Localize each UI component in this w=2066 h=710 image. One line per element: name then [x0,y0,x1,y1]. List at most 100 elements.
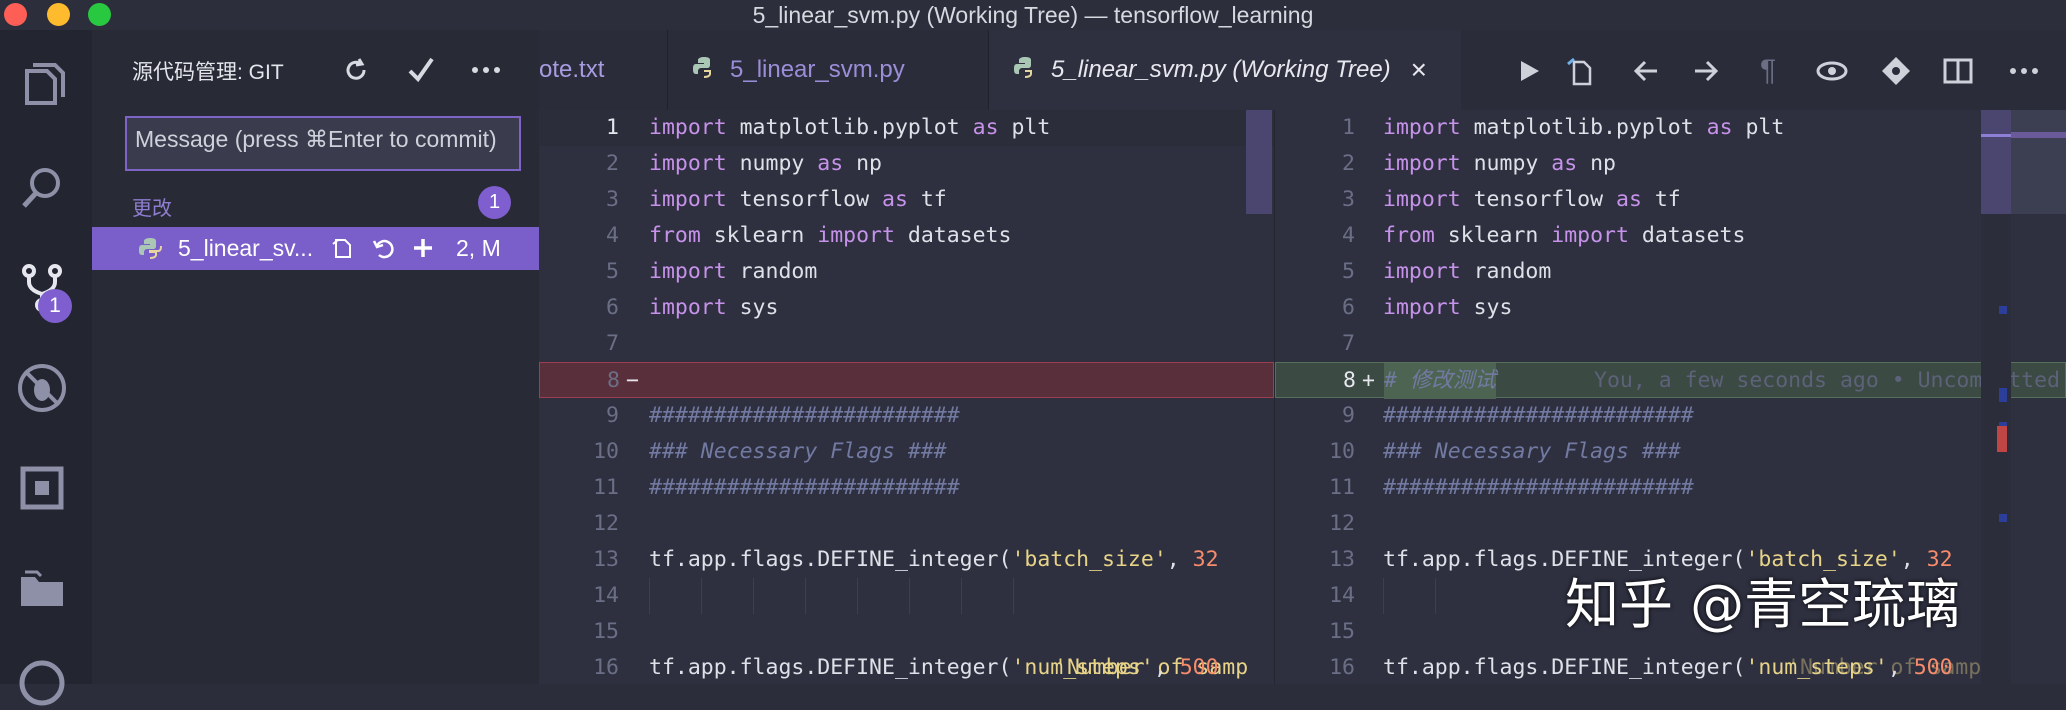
python-file-icon [1013,55,1037,86]
line-number: 14 [1329,583,1355,608]
code-line: 11 ######################## [1275,470,2066,506]
git-compare-icon[interactable] [1879,54,1913,88]
diff-left-pane[interactable]: 1 import matplotlib.pyplot as plt 2 import… [539,110,1274,684]
code-line: 1 import matplotlib.pyplot as plt [539,110,1274,146]
tab-working-tree[interactable]: 5_linear_svm.py (Working Tree) × [989,30,1461,110]
python-file-icon [138,236,162,265]
extensions-icon[interactable] [12,458,72,518]
line-number: 2 [1342,151,1355,176]
removed-marker: − [626,368,639,393]
added-marker: + [1362,368,1375,393]
line-number: 9 [1342,403,1355,428]
minimize-window-button[interactable] [47,3,70,26]
explorer-icon[interactable] [12,58,72,118]
code-line: 2 import numpy as np [539,146,1274,182]
window-title: 5_linear_svm.py (Working Tree) — tensorf… [752,2,1314,28]
code-line: 15 [539,614,1274,650]
code-line: 4 from sklearn import datasets [1275,218,2066,254]
code-line: 13 tf.app.flags.DEFINE_integer('batch_siz… [539,542,1274,578]
split-editor-icon[interactable] [1941,54,1975,88]
next-change-icon[interactable] [1689,54,1723,88]
line-number: 14 [593,583,619,608]
more-actions-icon[interactable] [468,52,504,88]
line-number: 6 [1342,295,1355,320]
line-number: 12 [593,511,619,536]
open-file-icon[interactable] [328,233,358,263]
code-line: 7 [1275,326,2066,362]
code-line: 3 import tensorflow as tf [539,182,1274,218]
line-number: 15 [1329,619,1355,644]
previous-change-icon[interactable] [1629,54,1663,88]
code-line: 9 ######################## [1275,398,2066,434]
sidebar-title: 源代码管理: GIT [132,61,284,84]
code-text: ### Necessary Flags ### [649,439,947,464]
minimap[interactable] [2011,110,2066,214]
code-line: 16 tf.app.flags.DEFINE_integer('num_steps… [539,650,1274,684]
file-status-badge: 2, M [456,235,501,261]
scm-sidebar: 源代码管理: GIT Message (press ⌘Enter to comm… [92,30,539,684]
close-tab-icon[interactable]: × [1411,54,1427,86]
line-number: 2 [606,151,619,176]
line-number: 3 [606,187,619,212]
debug-icon[interactable] [12,358,72,418]
watermark: 知乎 @青空琉璃 [1565,573,1961,636]
inline-view-icon[interactable] [1815,54,1849,88]
close-window-button[interactable] [4,3,27,26]
code-line: 9 ######################## [539,398,1274,434]
changed-file-row[interactable]: 5_linear_sv... 2, M [92,227,539,270]
maximize-window-button[interactable] [88,3,111,26]
line-number: 5 [606,259,619,284]
stage-changes-icon[interactable] [408,233,438,263]
code-line: 12 [539,506,1274,542]
changes-count-badge: 1 [478,186,511,219]
added-code-text: # 修改测试 [1384,363,1496,399]
code-text: ######################## [1383,475,1694,500]
open-changes-file-icon[interactable] [1563,54,1597,88]
code-line: 7 [539,326,1274,362]
line-number: 8 [607,368,620,393]
editor-tab-bar: ote.txt 5_linear_svm.py 5_linear_svm.py … [539,30,2066,110]
code-line: 14 'Number of samp [539,578,1274,680]
folders-icon[interactable] [12,558,72,618]
changes-section-label[interactable]: 更改 [132,192,172,221]
tab-5-linear-svm[interactable]: 5_linear_svm.py [668,30,988,110]
code-text: ######################## [649,403,960,428]
code-line: 1 import matplotlib.pyplot as plt [1275,110,2066,146]
editor-more-icon[interactable] [2007,54,2041,88]
line-number: 4 [606,223,619,248]
search-icon[interactable] [12,158,72,218]
whitespace-icon[interactable]: ¶ [1751,54,1785,88]
line-number: 16 [593,655,619,680]
commit-check-icon[interactable] [403,52,439,88]
tab-note-txt[interactable]: ote.txt [539,30,667,110]
line-number: 10 [1329,439,1355,464]
remote-icon[interactable] [12,650,72,710]
code-text: ######################## [649,475,960,500]
line-number: 7 [1342,331,1355,356]
code-line: 5 import random [539,254,1274,290]
line-number: 6 [606,295,619,320]
line-number: 5 [1342,259,1355,284]
diff-right-pane[interactable]: 1 import matplotlib.pyplot as plt 2 import… [1274,110,2066,684]
code-line: 10 ### Necessary Flags ### [539,434,1274,470]
run-icon[interactable] [1513,54,1547,88]
line-number: 1 [606,115,619,140]
deleted-line: 8− [539,362,1274,398]
line-number: 16 [1329,655,1355,680]
code-line: 2 import numpy as np [1275,146,2066,182]
line-number: 3 [1342,187,1355,212]
line-number: 8 [1343,368,1356,393]
python-file-icon [692,55,716,86]
code-line: 6 import sys [539,290,1274,326]
line-number: 12 [1329,511,1355,536]
overview-ruler [1981,110,2011,684]
line-number: 11 [1329,475,1355,500]
refresh-icon[interactable] [338,52,374,88]
commit-message-input[interactable]: Message (press ⌘Enter to commit) [125,116,521,171]
window-title-bar: 5_linear_svm.py (Working Tree) — tensorf… [0,0,2066,30]
code-line: 4 from sklearn import datasets [539,218,1274,254]
code-line: 5 import random [1275,254,2066,290]
discard-changes-icon[interactable] [368,233,398,263]
code-line: 12 [1275,506,2066,542]
code-line: 3 import tensorflow as tf [1275,182,2066,218]
